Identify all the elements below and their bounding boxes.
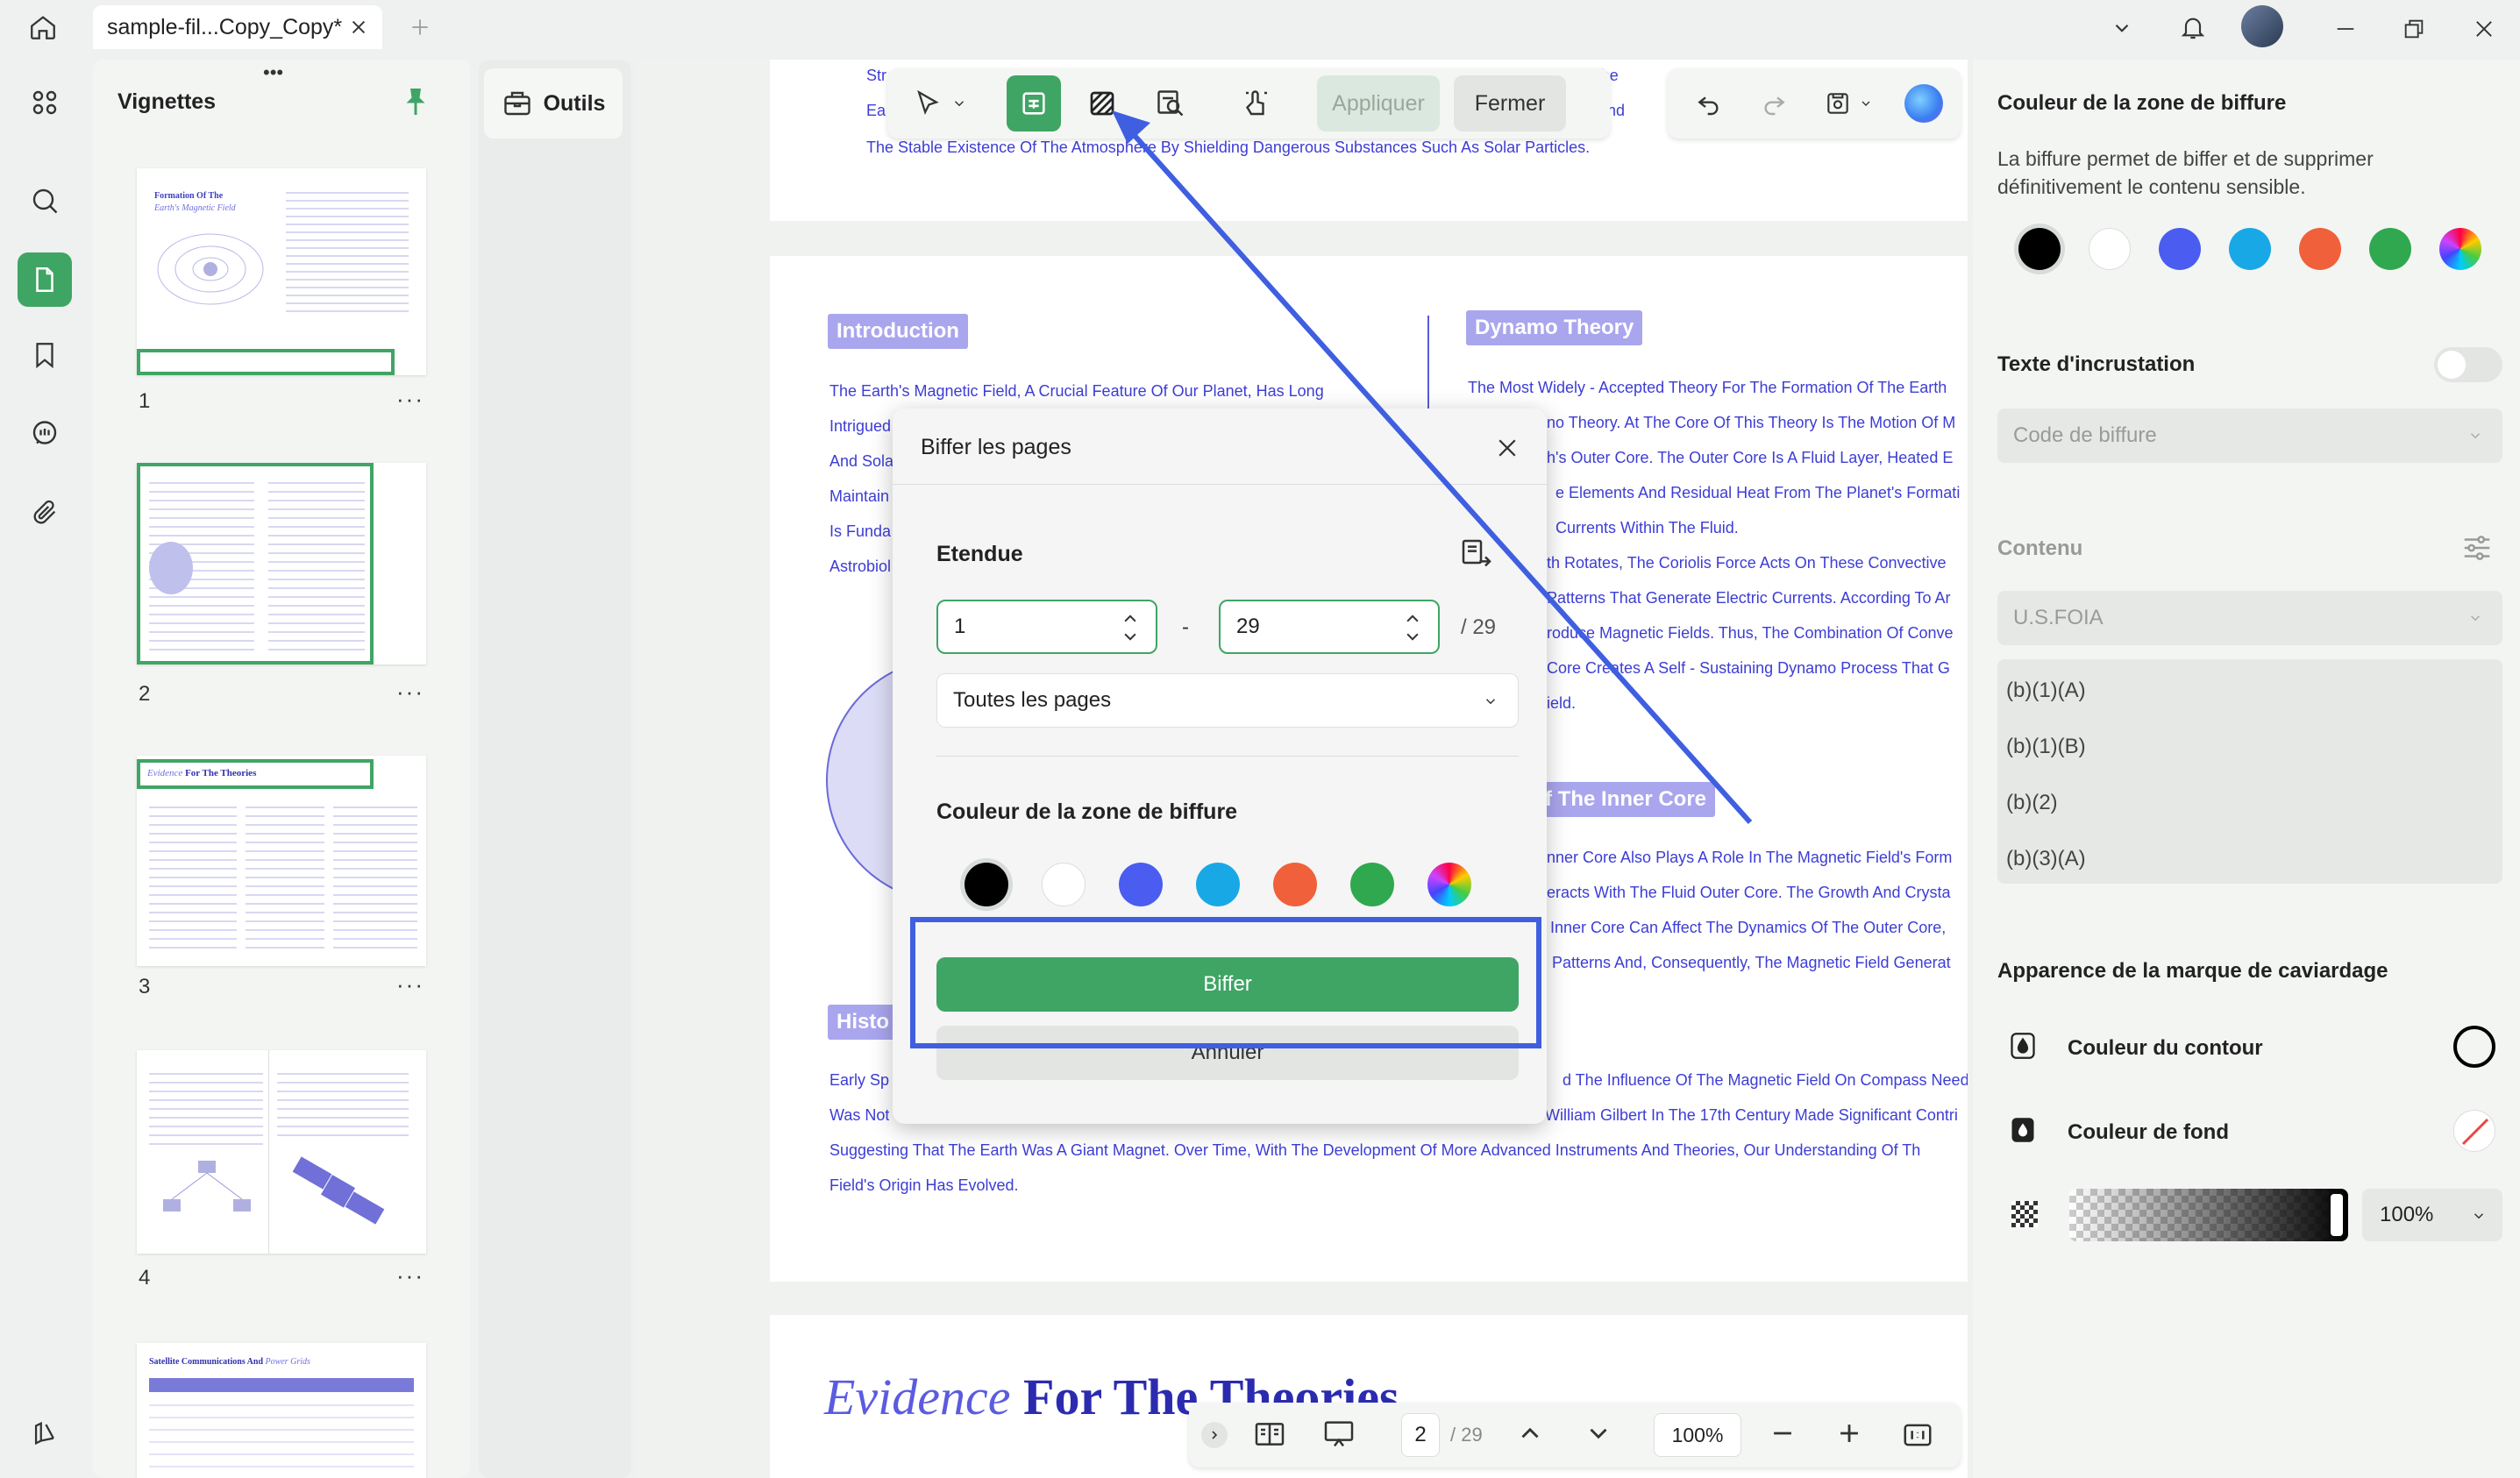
annotation-arrow <box>1112 110 1753 825</box>
chevron-right-icon[interactable] <box>1201 1422 1228 1448</box>
zoom-out-icon[interactable] <box>1768 1418 1797 1448</box>
page-number-value: 2 <box>1414 1423 1427 1446</box>
chevron-down-icon[interactable] <box>1584 1418 1613 1448</box>
presentation-icon[interactable] <box>1321 1417 1357 1452</box>
zoom-in-icon[interactable] <box>1834 1418 1864 1448</box>
chevron-up-icon[interactable] <box>1515 1418 1545 1448</box>
page-number-input[interactable]: 2 <box>1401 1413 1440 1457</box>
zoom-input[interactable]: 100% <box>1654 1413 1741 1457</box>
bottom-navigation-bar: 2 / 29 100% <box>1189 1403 1961 1467</box>
page-layout-icon[interactable] <box>1252 1417 1287 1452</box>
actual-size-icon[interactable] <box>1901 1418 1934 1452</box>
zoom-value: 100% <box>1671 1423 1724 1446</box>
page-total: / 29 <box>1450 1424 1483 1446</box>
